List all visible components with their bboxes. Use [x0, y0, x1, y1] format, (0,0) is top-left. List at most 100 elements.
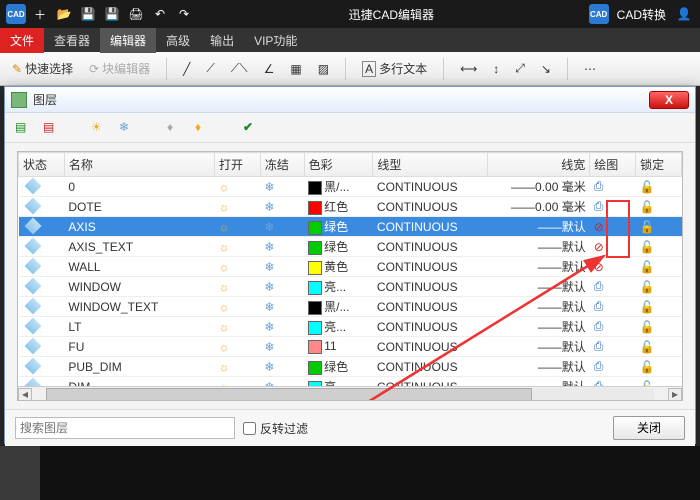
- open-cell[interactable]: ☼: [214, 237, 260, 257]
- color-cell[interactable]: 黑/...: [304, 177, 373, 197]
- redo-icon[interactable]: ↷: [174, 4, 194, 24]
- color-cell[interactable]: 黄色: [304, 257, 373, 277]
- open-cell[interactable]: ☼: [214, 337, 260, 357]
- linetype-cell[interactable]: CONTINUOUS: [373, 357, 488, 377]
- lineweight-cell[interactable]: ——0.00 毫米: [488, 177, 590, 197]
- bulb-on-icon[interactable]: ♦: [167, 120, 183, 136]
- lock-cell[interactable]: 🔓: [636, 337, 682, 357]
- lock-cell[interactable]: 🔓: [636, 277, 682, 297]
- dim-leader-icon[interactable]: ↘: [537, 59, 555, 79]
- lock-cell[interactable]: 🔓: [636, 197, 682, 217]
- menu-output[interactable]: 输出: [200, 28, 244, 53]
- dim-h-icon[interactable]: ⟷: [456, 59, 481, 79]
- table-row[interactable]: LT☼❄亮...CONTINUOUS——默认⎙🔓: [19, 317, 682, 337]
- polyline-tool-icon[interactable]: ⟋⟍: [227, 58, 252, 79]
- lock-cell[interactable]: 🔓: [636, 297, 682, 317]
- table-row[interactable]: DOTE☼❄红色CONTINUOUS——0.00 毫米⎙🔓: [19, 197, 682, 217]
- table-row[interactable]: FU☼❄11CONTINUOUS——默认⎙🔓: [19, 337, 682, 357]
- ray-tool-icon[interactable]: ⟋: [202, 58, 218, 79]
- check-icon[interactable]: ✔: [243, 120, 259, 136]
- delete-layer-icon[interactable]: ▤: [43, 120, 59, 136]
- linetype-cell[interactable]: CONTINUOUS: [373, 257, 488, 277]
- lineweight-cell[interactable]: ——默认: [488, 217, 590, 237]
- linetype-cell[interactable]: CONTINUOUS: [373, 317, 488, 337]
- name-cell[interactable]: AXIS_TEXT: [64, 237, 214, 257]
- linetype-cell[interactable]: CONTINUOUS: [373, 297, 488, 317]
- table-row[interactable]: DIM☼❄亮...CONTINUOUS——默认⎙🔓: [19, 377, 682, 387]
- lineweight-cell[interactable]: ——默认: [488, 357, 590, 377]
- lineweight-cell[interactable]: ——默认: [488, 277, 590, 297]
- bulb-off-icon[interactable]: ♦: [195, 120, 211, 136]
- hatch-tool-icon[interactable]: ▨: [314, 59, 333, 79]
- scroll-thumb[interactable]: [46, 388, 532, 401]
- lineweight-cell[interactable]: ——默认: [488, 337, 590, 357]
- lock-cell[interactable]: 🔓: [636, 377, 682, 387]
- new-icon[interactable]: ＋: [30, 4, 50, 24]
- lock-cell[interactable]: 🔓: [636, 237, 682, 257]
- open-cell[interactable]: ☼: [214, 177, 260, 197]
- color-cell[interactable]: 11: [304, 337, 373, 357]
- table-row[interactable]: WINDOW☼❄亮...CONTINUOUS——默认⎙🔓: [19, 277, 682, 297]
- menu-file[interactable]: 文件: [0, 28, 44, 53]
- name-cell[interactable]: DIM: [64, 377, 214, 387]
- name-cell[interactable]: AXIS: [64, 217, 214, 237]
- table-row[interactable]: WINDOW_TEXT☼❄黑/...CONTINUOUS——默认⎙🔓: [19, 297, 682, 317]
- menu-viewer[interactable]: 查看器: [44, 28, 100, 53]
- freeze-cell[interactable]: ❄: [260, 377, 304, 387]
- table-row[interactable]: 0☼❄黑/...CONTINUOUS——0.00 毫米⎙🔓: [19, 177, 682, 197]
- color-cell[interactable]: 绿色: [304, 237, 373, 257]
- name-cell[interactable]: LT: [64, 317, 214, 337]
- linetype-cell[interactable]: CONTINUOUS: [373, 197, 488, 217]
- col-open[interactable]: 打开: [214, 153, 260, 177]
- freeze-cell[interactable]: ❄: [260, 197, 304, 217]
- multiline-text-button[interactable]: A多行文本: [358, 57, 431, 80]
- lineweight-cell[interactable]: ——默认: [488, 237, 590, 257]
- linetype-cell[interactable]: CONTINUOUS: [373, 177, 488, 197]
- open-cell[interactable]: ☼: [214, 357, 260, 377]
- col-lock[interactable]: 锁定: [636, 153, 682, 177]
- name-cell[interactable]: WINDOW_TEXT: [64, 297, 214, 317]
- table-row[interactable]: AXIS☼❄绿色CONTINUOUS——默认⊘🔓: [19, 217, 682, 237]
- search-layer-input[interactable]: [15, 417, 235, 439]
- angle-tool-icon[interactable]: ∠: [260, 59, 279, 79]
- name-cell[interactable]: 0: [64, 177, 214, 197]
- table-row[interactable]: WALL☼❄黄色CONTINUOUS——默认⊘🔓: [19, 257, 682, 277]
- h-scrollbar[interactable]: ◂ ▸: [18, 386, 682, 401]
- user-icon[interactable]: 👤: [674, 4, 694, 24]
- menu-editor[interactable]: 编辑器: [100, 28, 156, 53]
- color-cell[interactable]: 亮...: [304, 377, 373, 387]
- plot-cell[interactable]: ⎙: [590, 317, 636, 337]
- invert-filter-checkbox[interactable]: 反转过滤: [243, 420, 308, 437]
- plot-cell[interactable]: ⎙: [590, 197, 636, 217]
- open-cell[interactable]: ☼: [214, 217, 260, 237]
- name-cell[interactable]: PUB_DIM: [64, 357, 214, 377]
- dialog-close-button[interactable]: X: [649, 91, 689, 109]
- lineweight-cell[interactable]: ——默认: [488, 317, 590, 337]
- save-icon[interactable]: 💾: [78, 4, 98, 24]
- col-linetype[interactable]: 线型: [373, 153, 488, 177]
- freeze-cell[interactable]: ❄: [260, 357, 304, 377]
- freeze-cell[interactable]: ❄: [260, 277, 304, 297]
- menu-vip[interactable]: VIP功能: [244, 28, 307, 53]
- linetype-cell[interactable]: CONTINUOUS: [373, 337, 488, 357]
- linetype-cell[interactable]: CONTINUOUS: [373, 217, 488, 237]
- color-cell[interactable]: 亮...: [304, 277, 373, 297]
- freeze-cell[interactable]: ❄: [260, 317, 304, 337]
- freeze-cell[interactable]: ❄: [260, 257, 304, 277]
- plot-cell[interactable]: ⎙: [590, 277, 636, 297]
- open-cell[interactable]: ☼: [214, 377, 260, 387]
- freeze-cell[interactable]: ❄: [260, 297, 304, 317]
- col-lineweight[interactable]: 线宽: [488, 153, 590, 177]
- name-cell[interactable]: DOTE: [64, 197, 214, 217]
- print-icon[interactable]: 🖨: [126, 4, 146, 24]
- color-cell[interactable]: 绿色: [304, 357, 373, 377]
- color-cell[interactable]: 红色: [304, 197, 373, 217]
- linetype-cell[interactable]: CONTINUOUS: [373, 277, 488, 297]
- plot-cell[interactable]: ⎙: [590, 337, 636, 357]
- freeze-cell[interactable]: ❄: [260, 217, 304, 237]
- freeze-cell[interactable]: ❄: [260, 337, 304, 357]
- lock-cell[interactable]: 🔓: [636, 217, 682, 237]
- lineweight-cell[interactable]: ——默认: [488, 297, 590, 317]
- lock-cell[interactable]: 🔓: [636, 257, 682, 277]
- saveas-icon[interactable]: 💾: [102, 4, 122, 24]
